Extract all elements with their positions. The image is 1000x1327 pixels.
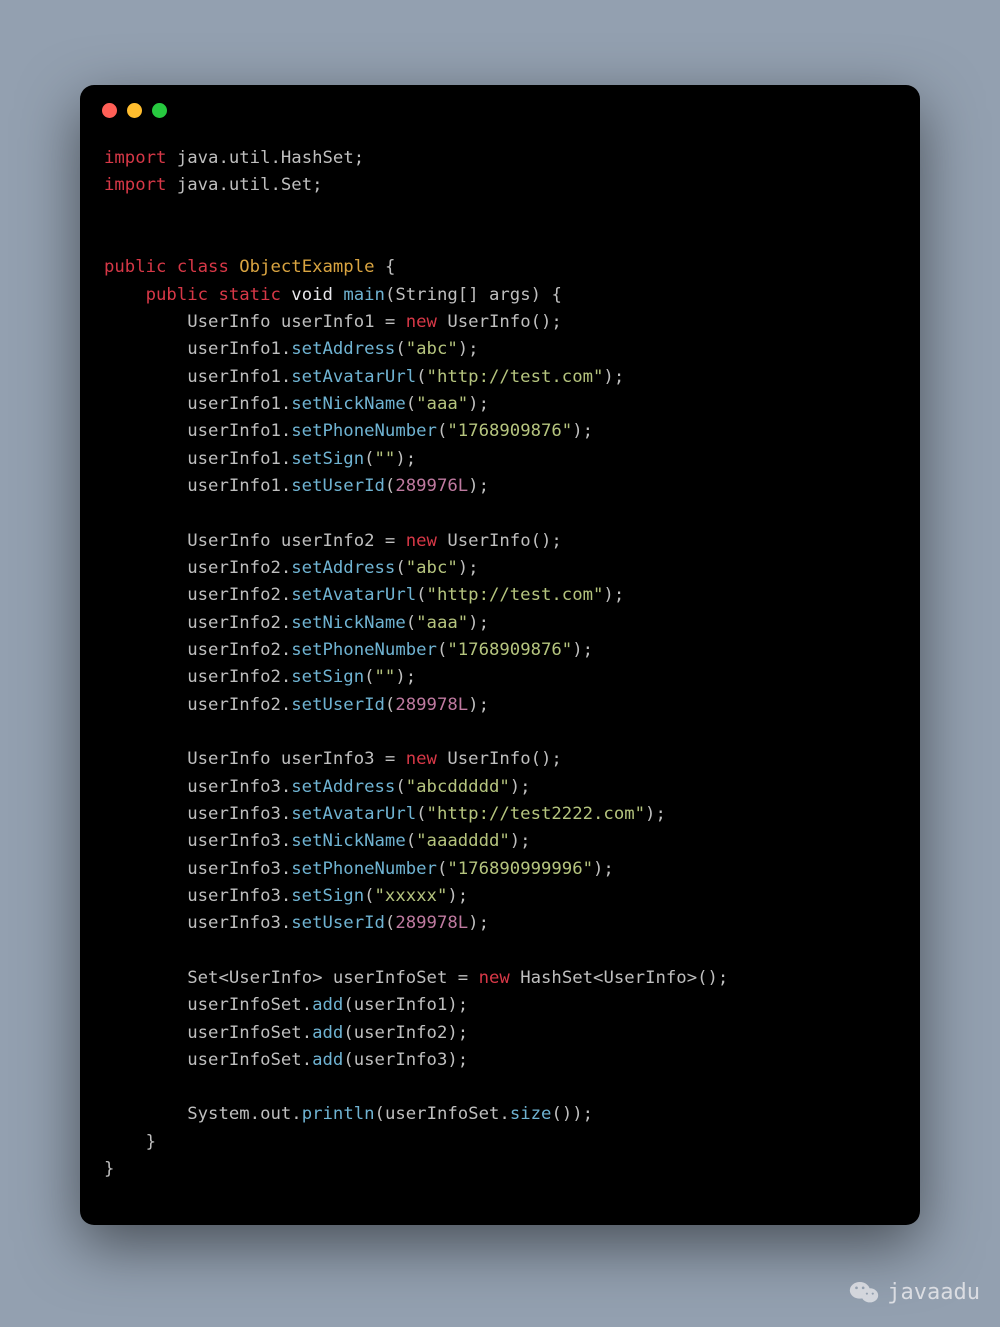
- wechat-icon: [849, 1279, 879, 1305]
- watermark: javaadu: [849, 1279, 980, 1305]
- code-window: import java.util.HashSet; import java.ut…: [80, 85, 920, 1225]
- close-icon[interactable]: [102, 103, 117, 118]
- watermark-text: javaadu: [887, 1280, 980, 1305]
- code-content: import java.util.HashSet; import java.ut…: [80, 135, 920, 1207]
- minimize-icon[interactable]: [127, 103, 142, 118]
- window-titlebar: [80, 85, 920, 135]
- zoom-icon[interactable]: [152, 103, 167, 118]
